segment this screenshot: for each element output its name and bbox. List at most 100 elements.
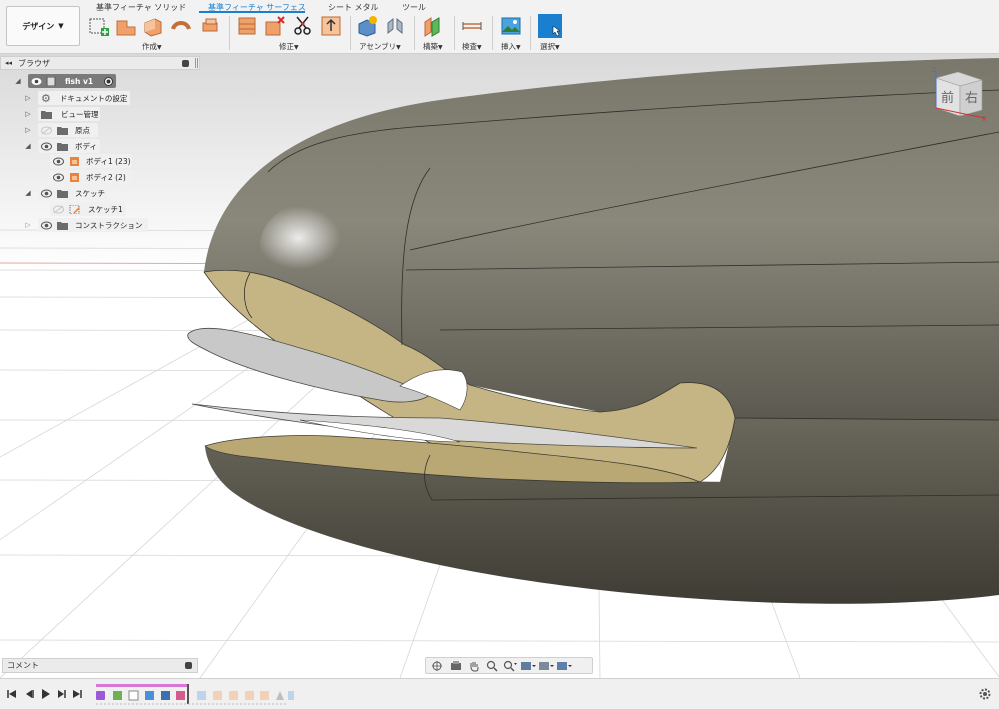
extrude-icon[interactable]: [115, 15, 137, 37]
expand-triangle-icon[interactable]: ▷: [24, 221, 32, 229]
create-sketch-icon[interactable]: [88, 15, 110, 37]
tree-item-box[interactable]: ボディ2 (2): [50, 170, 132, 184]
eye-icon[interactable]: [53, 157, 64, 166]
expand-triangle-icon[interactable]: ◢: [24, 189, 32, 197]
zoom-icon[interactable]: [484, 660, 500, 672]
settings-gear-icon[interactable]: [978, 687, 992, 701]
tree-item-box[interactable]: ボディ: [38, 139, 100, 153]
expand-triangle-icon[interactable]: ▷: [24, 126, 32, 134]
3d-viewport[interactable]: [0, 54, 999, 678]
step-back-icon[interactable]: [23, 688, 35, 700]
panel-toggle-icon[interactable]: [182, 59, 189, 67]
timeline-feature-icon[interactable]: [229, 691, 238, 700]
expand-triangle-icon[interactable]: ▷: [24, 110, 32, 118]
expand-triangle-icon[interactable]: ▷: [24, 94, 32, 102]
joint-icon[interactable]: [384, 15, 406, 37]
insert-group-label[interactable]: 挿入▼: [501, 41, 521, 52]
tree-item-box[interactable]: スケッチ: [38, 186, 108, 200]
select-group-label[interactable]: 選択▼: [540, 41, 560, 52]
model-scene[interactable]: [0, 54, 999, 678]
grid-settings-icon[interactable]: [538, 660, 554, 672]
activate-radio-icon[interactable]: [104, 76, 113, 86]
measure-icon[interactable]: [461, 15, 483, 37]
scissors-icon[interactable]: [292, 15, 314, 37]
tree-item-box[interactable]: ビュー管理: [38, 107, 100, 121]
offset-plane-icon[interactable]: [421, 15, 443, 37]
body-icon: [70, 156, 79, 166]
viewports-icon[interactable]: [556, 660, 572, 672]
timeline-feature-icon[interactable]: [213, 691, 222, 700]
assemble-group-label[interactable]: アセンブリ▼: [359, 41, 401, 52]
tab-tools[interactable]: ツール: [402, 2, 426, 13]
box-icon[interactable]: [142, 15, 164, 37]
browser-header[interactable]: ◂◂ ブラウザ: [0, 56, 200, 70]
timeline-track[interactable]: [94, 682, 294, 708]
z-axis-label: Z: [932, 66, 937, 74]
display-settings-icon[interactable]: [520, 660, 536, 672]
eye-icon[interactable]: [41, 221, 52, 230]
workspace-button[interactable]: デザイン ▼: [6, 6, 80, 46]
viewcube-right-label: 右: [965, 91, 978, 106]
separator: [454, 16, 455, 50]
create-group-label[interactable]: 作成▼: [142, 41, 162, 52]
root-document-row[interactable]: fish v1: [28, 74, 116, 88]
timeline-feature-icon[interactable]: [245, 691, 254, 700]
timeline-extrude-icon[interactable]: [145, 691, 154, 700]
timeline-extrude-icon[interactable]: [161, 691, 170, 700]
toolbar: デザイン ▼ 基準フィーチャ ソリッド 基準フィーチャ サーフェス シート メタ…: [0, 0, 999, 54]
eye-hidden-icon[interactable]: [53, 205, 64, 214]
orbit-icon[interactable]: [430, 660, 446, 672]
sweep-icon[interactable]: [170, 15, 192, 37]
timeline-feature-icon[interactable]: [197, 691, 206, 700]
collapse-panel-icon[interactable]: ◂◂: [5, 59, 12, 67]
panel-toggle-icon[interactable]: [185, 662, 192, 669]
eye-icon[interactable]: [53, 173, 64, 182]
offset-face-icon[interactable]: [320, 15, 342, 37]
timeline-feature-icon[interactable]: [276, 691, 284, 700]
tree-item-label: ドキュメントの設定: [59, 93, 128, 103]
timeline-feature-icon[interactable]: [260, 691, 269, 700]
timeline-plane-icon[interactable]: [113, 691, 122, 700]
comments-panel[interactable]: コメント: [2, 658, 198, 673]
zoom-window-icon[interactable]: [502, 660, 518, 672]
tree-item-box[interactable]: ⚙ ドキュメントの設定: [38, 91, 130, 105]
tree-item-label: スケッチ1: [88, 204, 123, 214]
timeline-feature-icon[interactable]: [288, 691, 294, 700]
tree-item-box[interactable]: スケッチ1: [50, 202, 126, 216]
specular-highlight: [260, 200, 380, 290]
viewcube[interactable]: 前 右 Z X: [928, 64, 988, 122]
delete-icon[interactable]: [264, 15, 286, 37]
look-at-icon[interactable]: [448, 660, 464, 672]
tree-item-box[interactable]: 原点: [38, 123, 98, 137]
inspect-group-label[interactable]: 検査▼: [462, 41, 482, 52]
tree-item-box[interactable]: ボディ1 (23): [50, 154, 132, 168]
expand-triangle-icon[interactable]: ◢: [14, 77, 22, 85]
viewcube-front-label: 前: [941, 90, 954, 106]
timeline-component-icon[interactable]: [96, 691, 105, 700]
pan-hand-icon[interactable]: [466, 660, 482, 672]
eye-icon[interactable]: [41, 142, 52, 151]
eye-icon[interactable]: [31, 77, 42, 86]
timeline-sketch-icon[interactable]: [128, 690, 139, 701]
press-pull-icon[interactable]: [236, 15, 258, 37]
timeline-split-icon[interactable]: [176, 691, 185, 700]
panel-grip-icon[interactable]: [195, 58, 198, 68]
expand-triangle-icon[interactable]: ◢: [24, 142, 32, 150]
play-icon[interactable]: [39, 688, 51, 700]
timeline-marker[interactable]: [187, 684, 189, 704]
go-to-start-icon[interactable]: [6, 688, 18, 700]
eye-icon[interactable]: [41, 189, 52, 198]
modify-group-label[interactable]: 修正▼: [279, 41, 299, 52]
tab-sheet-metal[interactable]: シート メタル: [328, 2, 379, 13]
new-component-icon[interactable]: [356, 15, 378, 37]
construct-group-label[interactable]: 構築▼: [423, 41, 443, 52]
go-to-end-icon[interactable]: [71, 688, 83, 700]
timeline-group-bar: [96, 684, 188, 687]
tab-solid[interactable]: 基準フィーチャ ソリッド: [96, 2, 186, 13]
step-forward-icon[interactable]: [55, 688, 67, 700]
insert-image-icon[interactable]: [500, 15, 522, 37]
loft-icon[interactable]: [199, 15, 221, 37]
select-cursor-icon[interactable]: [538, 14, 562, 38]
eye-hidden-icon[interactable]: [41, 126, 52, 135]
tree-item-box[interactable]: コンストラクション: [38, 218, 148, 232]
